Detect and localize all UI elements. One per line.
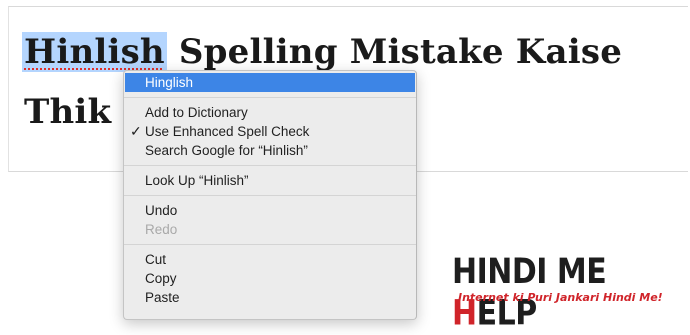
menu-item-redo: Redo bbox=[145, 222, 178, 237]
menu-item-look-up[interactable]: Look Up “Hinlish” bbox=[124, 171, 416, 190]
menu-item-undo[interactable]: Undo bbox=[124, 201, 416, 220]
menu-separator bbox=[124, 165, 416, 166]
menu-item-cut[interactable]: Cut bbox=[124, 250, 416, 269]
checkmark-icon: ✓ bbox=[130, 123, 142, 139]
menu-item-paste[interactable]: Paste bbox=[124, 288, 416, 307]
logo-tagline: Internet ki Puri Jankari Hindi Me! bbox=[458, 291, 663, 304]
menu-item-add-to-dictionary[interactable]: Add to Dictionary bbox=[124, 103, 416, 122]
menu-item-search-google[interactable]: Search Google for “Hinlish” bbox=[124, 141, 416, 160]
menu-separator bbox=[124, 244, 416, 245]
menu-separator bbox=[124, 97, 416, 98]
menu-item-suggestion[interactable]: Hinglish bbox=[125, 73, 415, 92]
menu-item-enhanced-spell-check[interactable]: ✓ Use Enhanced Spell Check bbox=[124, 122, 416, 141]
spellcheck-context-menu: Hinglish Add to Dictionary ✓ Use Enhanced… bbox=[123, 70, 417, 320]
menu-separator bbox=[124, 195, 416, 196]
logo-name-part1: HINDI ME bbox=[452, 252, 607, 293]
hindi-me-help-logo: HINDI ME HELP Internet ki Puri Jankari H… bbox=[452, 252, 688, 334]
menu-item-copy[interactable]: Copy bbox=[124, 269, 416, 288]
misspelled-word[interactable]: Hinlish bbox=[22, 32, 167, 72]
menu-item-label: Use Enhanced Spell Check bbox=[145, 124, 310, 139]
